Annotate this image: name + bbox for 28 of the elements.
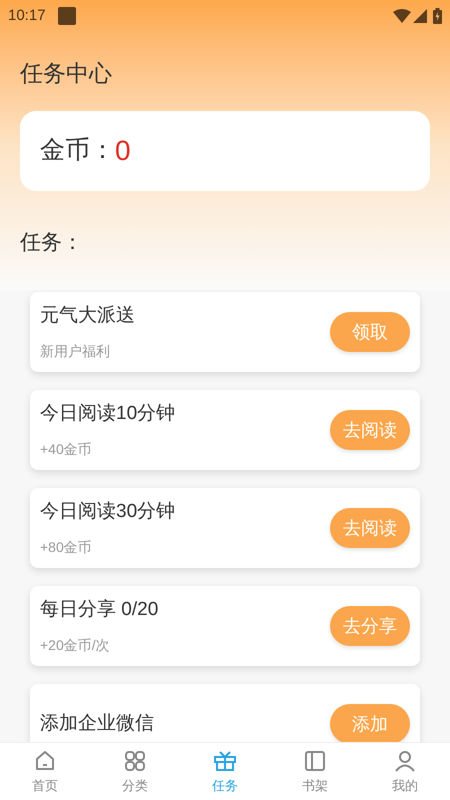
- tab-item[interactable]: 任务: [180, 743, 270, 800]
- task-title: 今日阅读30分钟: [40, 500, 176, 524]
- task-title: 添加企业微信: [40, 712, 155, 736]
- task-action-button[interactable]: 领取: [330, 312, 410, 352]
- wifi-icon: [393, 9, 411, 23]
- tab-item[interactable]: 我的: [360, 743, 450, 800]
- task-title: 元气大派送: [40, 304, 136, 328]
- battery-icon: [433, 8, 442, 24]
- tab-item[interactable]: 首页: [0, 743, 90, 800]
- coin-value: 0: [115, 134, 131, 168]
- task-action-button[interactable]: 去阅读: [330, 508, 410, 548]
- task-reward: 新用户福利: [40, 342, 111, 361]
- task-title: 今日阅读10分钟: [40, 402, 176, 426]
- signal-icon: [413, 9, 427, 23]
- coin-label: 金币：: [40, 134, 115, 166]
- page-title: 任务中心: [20, 59, 113, 88]
- status-time: 10:17: [8, 6, 46, 26]
- tab-item[interactable]: 分类: [90, 743, 180, 800]
- notification-icon: [58, 7, 76, 25]
- task-reward: +20金币/次: [40, 636, 111, 655]
- task-reward: +40金币: [40, 440, 93, 459]
- tab-item[interactable]: 书架: [270, 743, 360, 800]
- tasks-heading: 任务：: [20, 230, 84, 256]
- task-action-button[interactable]: 添加: [330, 704, 410, 742]
- task-action-button[interactable]: 去分享: [330, 606, 410, 646]
- task-action-button[interactable]: 去阅读: [330, 410, 410, 450]
- task-title: 每日分享 0/20: [40, 598, 160, 622]
- task-reward: +80金币: [40, 538, 93, 557]
